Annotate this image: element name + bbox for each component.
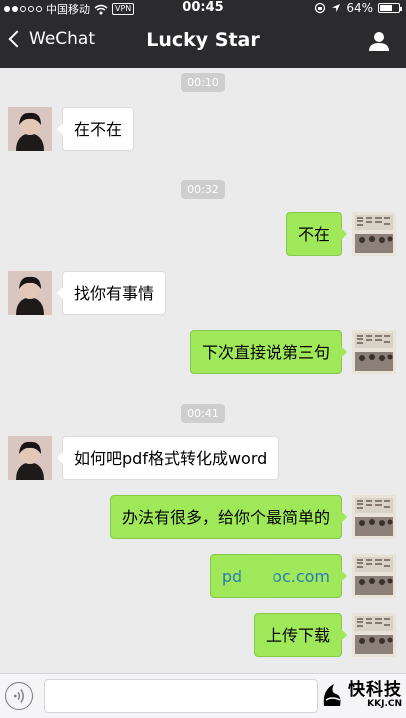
message-bubble[interactable]: 如何吧pdf格式转化成word [56,436,280,480]
chat-area[interactable]: 00:10 在不在 00:32 不在 找你有事情 下次直接说第三句 00:41 … [0,68,406,673]
link-text-end: oc.com [272,567,330,586]
contact-profile-icon[interactable] [368,30,390,52]
battery-percent: 64% [346,1,373,15]
chevron-left-icon [8,30,26,48]
my-avatar[interactable] [352,330,396,374]
link-message-bubble[interactable]: pd oc.com [209,554,348,598]
input-bar: 快科技 KKJ.CN [0,673,406,718]
message-row: 找你有事情 [0,271,406,315]
nav-bar: WeChat Lucky Star [0,16,406,68]
watermark-subtext: KKJ.CN [367,699,402,709]
message-bubble[interactable]: 下次直接说第三句 [189,330,348,374]
timestamp: 00:10 [0,71,406,92]
status-bar: 中国移动 VPN 00:45 64% [0,0,406,16]
message-input[interactable] [44,679,318,713]
message-row: 办法有很多，给你个最简单的 [0,495,406,539]
my-avatar[interactable] [352,495,396,539]
voice-input-icon[interactable] [5,682,33,710]
rotation-lock-icon [315,2,326,14]
contact-avatar[interactable] [8,107,52,151]
message-row: 不在 [0,212,406,256]
my-avatar[interactable] [352,613,396,657]
watermark-text: 快科技 [348,680,402,700]
my-avatar[interactable] [352,212,396,256]
message-row: 下次直接说第三句 [0,330,406,374]
my-avatar[interactable] [352,554,396,598]
message-row: pd oc.com [0,554,406,598]
message-bubble[interactable]: 找你有事情 [56,271,167,315]
link-text-start: pd [221,567,243,586]
back-label: WeChat [29,29,95,49]
message-row: 上传下载 [0,613,406,657]
status-right: 64% [314,1,402,15]
contact-avatar[interactable] [8,436,52,480]
message-bubble[interactable]: 在不在 [56,107,135,151]
watermark: 快科技 KKJ.CN [320,680,402,710]
contact-avatar[interactable] [8,271,52,315]
message-bubble[interactable]: 上传下载 [253,613,348,657]
battery-icon [378,3,402,13]
message-row: 在不在 [0,107,406,151]
back-button[interactable]: WeChat [8,29,95,49]
timestamp: 00:32 [0,178,406,199]
timestamp: 00:41 [0,402,406,423]
location-icon [332,4,341,12]
watermark-logo-icon [323,684,341,706]
blur-overlay [242,566,273,588]
message-bubble[interactable]: 不在 [285,212,348,256]
message-row: 如何吧pdf格式转化成word [0,436,406,480]
message-bubble[interactable]: 办法有很多，给你个最简单的 [109,495,348,539]
